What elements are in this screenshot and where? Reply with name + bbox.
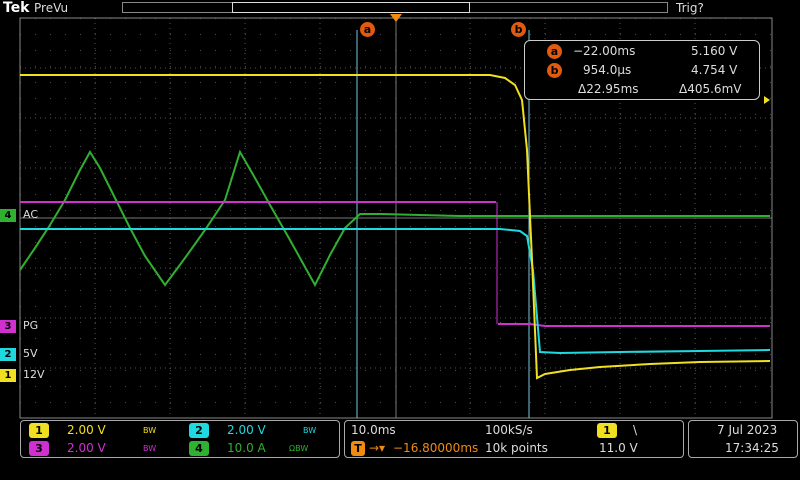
time-per-div: 10.0ms xyxy=(351,423,396,437)
ch1-marker[interactable]: 1 xyxy=(0,369,16,382)
ch2-chip[interactable]: 2 xyxy=(189,423,209,438)
trigger-source-chip[interactable]: 1 xyxy=(597,423,617,438)
ch4-chip[interactable]: 4 xyxy=(189,441,209,456)
datetime-panel: 7 Jul 2023 17:34:25 xyxy=(688,420,798,458)
cursor-b-badge[interactable]: b xyxy=(511,22,526,37)
cursor-readout[interactable]: a −22.00ms 5.160 V b 954.0μs 4.754 V Δ22… xyxy=(524,40,760,100)
ch4-bw: ΩBW xyxy=(289,444,309,453)
ch4-label: AC xyxy=(23,208,39,221)
vertical-settings-panel[interactable]: 1 2.00 V BW 2 2.00 V BW 3 2.00 V BW 4 10… xyxy=(20,420,340,458)
cursor-b-value: 4.754 V xyxy=(691,63,738,77)
trigger-t-icon: T xyxy=(351,441,365,456)
trigger-level: 11.0 V xyxy=(599,441,638,455)
sample-rate: 100kS/s xyxy=(485,423,533,437)
ch3-chip[interactable]: 3 xyxy=(29,441,49,456)
cursor-a-time: −22.00ms xyxy=(573,44,636,58)
readout-a-badge: a xyxy=(547,44,562,59)
time: 17:34:25 xyxy=(725,441,779,455)
ch2-bw: BW xyxy=(303,426,317,435)
trigger-delay-arrow-icon: →▾ xyxy=(369,441,386,455)
ch2-label: 5V xyxy=(23,347,38,360)
ch1-bw: BW xyxy=(143,426,157,435)
ch3-bw: BW xyxy=(143,444,157,453)
ch3-label: PG xyxy=(23,319,39,332)
ch2-marker[interactable]: 2 xyxy=(0,348,16,361)
cursor-a-value: 5.160 V xyxy=(691,44,738,58)
oscilloscope-screen: Tek PreVu Trig? a b 4 AC 3 PG 2 5V 1 12V… xyxy=(0,0,800,480)
ch1-scale: 2.00 V xyxy=(67,423,106,437)
ch3-scale: 2.00 V xyxy=(67,441,106,455)
ch4-marker[interactable]: 4 xyxy=(0,209,16,222)
cursor-b-time: 954.0μs xyxy=(583,63,632,77)
ch3-marker[interactable]: 3 xyxy=(0,320,16,333)
readout-b-badge: b xyxy=(547,63,562,78)
horizontal-trigger-panel[interactable]: 10.0ms 100kS/s T →▾ −16.80000ms 10k poin… xyxy=(344,420,684,458)
cursor-delta-value: Δ405.6mV xyxy=(679,82,742,96)
trigger-delay: −16.80000ms xyxy=(393,441,479,455)
record-length: 10k points xyxy=(485,441,548,455)
ch1-chip[interactable]: 1 xyxy=(29,423,49,438)
cursor-a-badge[interactable]: a xyxy=(360,22,375,37)
date: 7 Jul 2023 xyxy=(717,423,778,437)
ch4-scale: 10.0 A xyxy=(227,441,266,455)
ch1-label: 12V xyxy=(23,368,45,381)
trigger-slope-icon: \ xyxy=(633,423,638,437)
cursor-delta-time: Δ22.95ms xyxy=(578,82,639,96)
ch2-scale: 2.00 V xyxy=(227,423,266,437)
